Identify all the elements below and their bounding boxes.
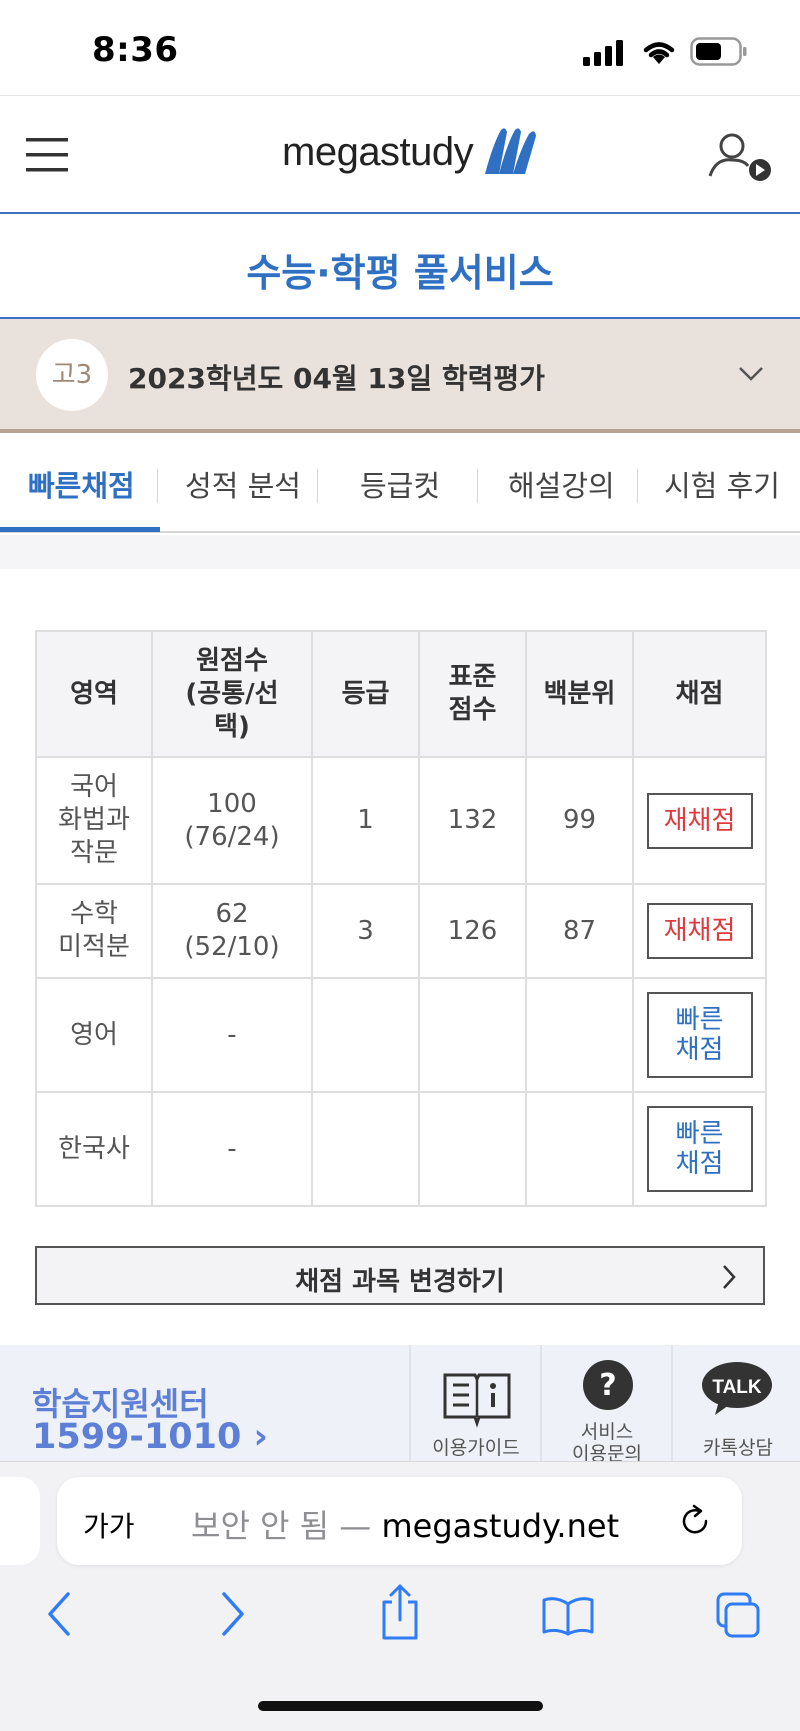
- wifi-icon: [643, 42, 675, 64]
- row-percentile: [525, 977, 634, 1093]
- table-row: 국어 화법과 작문 100 (76/24) 1 132 99 재채점: [35, 756, 767, 885]
- chevron-down-icon: [739, 367, 763, 381]
- row-raw-score: -: [151, 977, 313, 1093]
- header-area: 영역: [35, 630, 153, 758]
- insecure-label: 보안 안 됨 —: [191, 1507, 372, 1545]
- active-tab-indicator: [0, 527, 160, 532]
- row-percentile: [525, 1091, 634, 1207]
- home-indicator: [258, 1701, 543, 1711]
- table-header-row: 영역 원점수 (공통/선 택) 등급 표준 점수 백분위 채점: [35, 630, 767, 758]
- row-grade: [311, 977, 420, 1093]
- quick-score-button[interactable]: 빠른 채점: [646, 1106, 753, 1192]
- reader-settings-button[interactable]: 가가: [83, 1505, 135, 1545]
- kakao-chat-button[interactable]: TALK 카톡상담: [671, 1345, 800, 1461]
- table-row: 영어 - 빠른 채점: [35, 977, 767, 1093]
- guide-book-icon: [443, 1373, 511, 1428]
- address-bar[interactable]: 가가 보안 안 됨 — megastudy.net: [57, 1477, 742, 1565]
- row-standard-score: 132: [418, 756, 527, 885]
- header-raw-score: 원점수 (공통/선 택): [151, 630, 313, 758]
- exam-selector[interactable]: 고3 2023학년도 04월 13일 학력평가: [0, 319, 800, 433]
- table-row: 한국사 - 빠른 채점: [35, 1091, 767, 1207]
- status-bar: 8:36: [0, 0, 800, 96]
- row-area: 수학 미적분: [35, 883, 153, 979]
- row-raw-score: 62 (52/10): [151, 883, 313, 979]
- row-area: 국어 화법과 작문: [35, 756, 153, 885]
- logo-m-mark-icon: [485, 128, 537, 174]
- kakao-talk-icon: TALK: [702, 1362, 772, 1415]
- row-area: 영어: [35, 977, 153, 1093]
- tabs-icon[interactable]: [714, 1592, 762, 1640]
- grade-badge: 고3: [36, 339, 108, 411]
- hamburger-menu-icon[interactable]: [26, 138, 68, 172]
- user-login-icon[interactable]: [708, 132, 774, 182]
- row-grade: [311, 1091, 420, 1207]
- service-title-bar: 수능·학평 풀서비스: [0, 214, 800, 319]
- tab-divider: [317, 469, 318, 503]
- row-standard-score: [418, 1091, 527, 1207]
- row-area: 한국사: [35, 1091, 153, 1207]
- rescore-button[interactable]: 재채점: [646, 903, 753, 959]
- back-arrow-icon[interactable]: [44, 1590, 76, 1638]
- row-standard-score: 126: [418, 883, 527, 979]
- service-inquiry-button[interactable]: ? 서비스 이용문의: [540, 1345, 671, 1461]
- row-standard-score: [418, 977, 527, 1093]
- row-action: 재채점: [632, 756, 767, 885]
- row-percentile: 87: [525, 883, 634, 979]
- site-header: megastudy: [0, 96, 800, 214]
- url-display[interactable]: 보안 안 됨 — megastudy.net: [191, 1501, 619, 1547]
- row-grade: 1: [311, 756, 420, 885]
- forward-arrow-icon[interactable]: [216, 1590, 248, 1638]
- bookmarks-icon[interactable]: [542, 1596, 594, 1636]
- chevron-right-icon: [723, 1265, 736, 1289]
- logo-text: megastudy: [282, 129, 474, 174]
- row-action: 빠른 채점: [632, 1091, 767, 1207]
- header-grade: 등급: [311, 630, 420, 758]
- quick-score-button[interactable]: 빠른 채점: [646, 992, 753, 1078]
- support-phone-link[interactable]: 1599-1010 ›: [32, 1417, 268, 1457]
- row-action: 빠른 채점: [632, 977, 767, 1093]
- browser-bottom-bar: 가가 보안 안 됨 — megastudy.net: [0, 1461, 800, 1731]
- change-subjects-button[interactable]: 채점 과목 변경하기: [35, 1246, 765, 1305]
- tab-divider: [637, 469, 638, 503]
- score-table: 영역 원점수 (공통/선 택) 등급 표준 점수 백분위 채점 국어 화법과 작…: [35, 630, 767, 1207]
- signal-icon: [583, 40, 623, 66]
- row-action: 재채점: [632, 883, 767, 979]
- tab-bar: 빠른채점 성적 분석 등급컷 해설강의 시험 후기: [0, 433, 800, 533]
- tab-grade-cut[interactable]: 등급컷: [360, 463, 440, 505]
- status-time: 8:36: [92, 30, 179, 70]
- usage-guide-label: 이용가이드: [432, 1437, 520, 1459]
- header-standard-score: 표준 점수: [418, 630, 527, 758]
- row-raw-score: 100 (76/24): [151, 756, 313, 885]
- page-title: 수능·학평 풀서비스: [246, 251, 554, 295]
- svg-text:?: ?: [599, 1368, 616, 1403]
- header-action: 채점: [632, 630, 767, 758]
- change-subjects-label: 채점 과목 변경하기: [295, 1267, 505, 1297]
- exam-label: 2023학년도 04월 13일 학력평가: [128, 362, 545, 395]
- tab-divider: [157, 469, 158, 503]
- table-row: 수학 미적분 62 (52/10) 3 126 87 재채점: [35, 883, 767, 979]
- row-raw-score: -: [151, 1091, 313, 1207]
- domain-label: megastudy.net: [381, 1507, 620, 1545]
- tab-reviews[interactable]: 시험 후기: [664, 463, 780, 505]
- row-percentile: 99: [525, 756, 634, 885]
- question-icon: ?: [583, 1360, 633, 1410]
- previous-tab-card[interactable]: [0, 1477, 40, 1565]
- usage-guide-button[interactable]: 이용가이드: [409, 1345, 540, 1461]
- tab-quick-scoring[interactable]: 빠른채점: [28, 463, 135, 505]
- support-center-bar: 학습지원센터 1599-1010 › 이용가이드 ? 서비스 이용문의 TALK: [0, 1345, 800, 1461]
- tab-score-analysis[interactable]: 성적 분석: [185, 463, 301, 505]
- megastudy-logo[interactable]: megastudy: [282, 124, 539, 180]
- header-percentile: 백분위: [525, 630, 634, 758]
- rescore-button[interactable]: 재채점: [646, 792, 753, 849]
- service-inquiry-label: 서비스 이용문의: [572, 1421, 642, 1461]
- reload-icon[interactable]: [677, 1503, 713, 1539]
- tab-divider: [477, 469, 478, 503]
- tab-lecture[interactable]: 해설강의: [508, 463, 615, 505]
- share-icon[interactable]: [378, 1584, 422, 1640]
- battery-icon: [690, 37, 747, 66]
- kakao-chat-label: 카톡상담: [703, 1437, 773, 1459]
- row-grade: 3: [311, 883, 420, 979]
- section-divider: [0, 535, 800, 569]
- svg-text:TALK: TALK: [712, 1377, 762, 1398]
